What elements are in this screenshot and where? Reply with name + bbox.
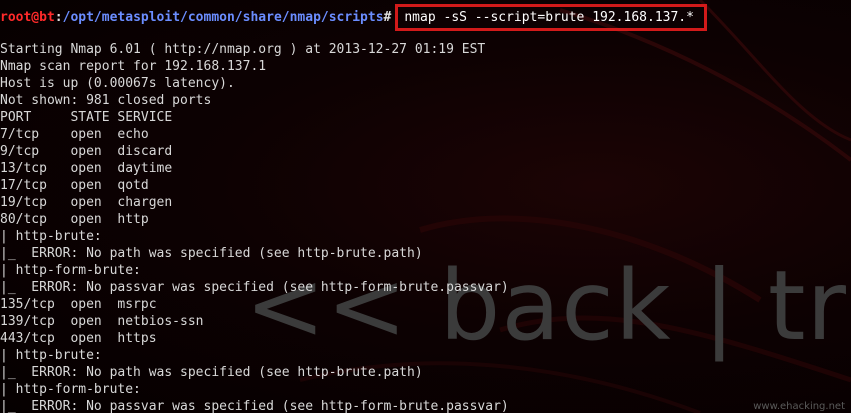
output-line: PORT STATE SERVICE	[0, 110, 173, 125]
output-line: |_ ERROR: No passvar was specified (see …	[0, 280, 509, 295]
output-line: Nmap scan report for 192.168.137.1	[0, 59, 267, 74]
prompt-separator: :	[54, 10, 63, 25]
output-line: | http-brute:	[0, 348, 102, 363]
output-line: 135/tcp open msrpc	[0, 297, 157, 312]
output-line: 19/tcp open chargen	[0, 195, 173, 210]
prompt-user-host: root@bt	[0, 10, 55, 25]
output-line: |_ ERROR: No path was specified (see htt…	[0, 365, 423, 380]
terminal-output: root@bt:/opt/metasploit/common/share/nma…	[0, 4, 851, 413]
output-line: Host is up (0.00067s latency).	[0, 76, 235, 91]
output-lines: Starting Nmap 6.01 ( http://nmap.org ) a…	[0, 41, 851, 413]
output-line: 139/tcp open netbios-ssn	[0, 314, 204, 329]
output-line: 9/tcp open discard	[0, 144, 173, 159]
prompt-path: /opt/metasploit/common/share/nmap/script…	[62, 10, 384, 25]
output-line: 80/tcp open http	[0, 212, 149, 227]
highlighted-command: nmap -sS --script=brute 192.168.137.*	[395, 4, 707, 31]
terminal-window[interactable]: << back | trac www.ehacking.net root@bt:…	[0, 0, 851, 413]
output-line: 13/tcp open daytime	[0, 161, 173, 176]
prompt-symbol: #	[383, 10, 392, 25]
prompt-line: root@bt:/opt/metasploit/common/share/nma…	[0, 4, 851, 31]
output-line: |_ ERROR: No passvar was specified (see …	[0, 399, 509, 413]
output-line: Starting Nmap 6.01 ( http://nmap.org ) a…	[0, 42, 486, 57]
output-line: 7/tcp open echo	[0, 127, 149, 142]
output-line: |_ ERROR: No path was specified (see htt…	[0, 246, 423, 261]
output-line: 443/tcp open https	[0, 331, 157, 346]
output-line: | http-form-brute:	[0, 263, 141, 278]
output-line: 17/tcp open qotd	[0, 178, 149, 193]
output-line: | http-brute:	[0, 229, 102, 244]
output-line: Not shown: 981 closed ports	[0, 93, 212, 108]
output-line: | http-form-brute:	[0, 382, 141, 397]
